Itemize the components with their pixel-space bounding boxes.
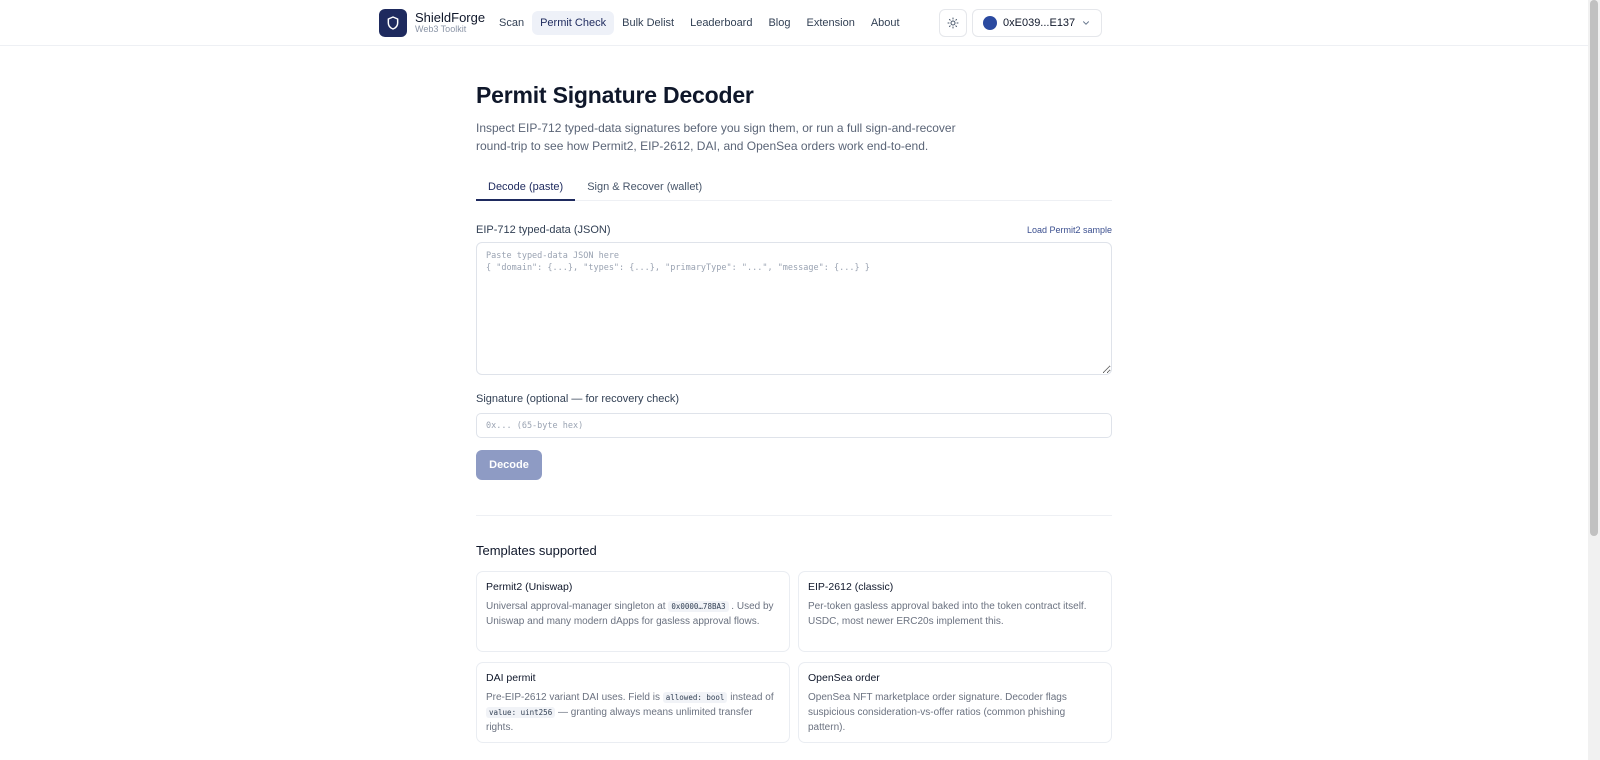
wallet-button[interactable]: 0xE039...E137 [972, 9, 1103, 37]
nav-extension[interactable]: Extension [799, 11, 863, 35]
load-permit2-sample-link[interactable]: Load Permit2 sample [1027, 225, 1112, 235]
wallet-avatar [983, 16, 997, 30]
signature-label: Signature (optional — for recovery check… [476, 393, 679, 405]
card-title: DAI permit [486, 672, 536, 684]
scrollbar-thumb[interactable] [1590, 0, 1598, 536]
nav-scan[interactable]: Scan [491, 11, 532, 35]
page-title: Permit Signature Decoder [476, 82, 754, 108]
brand-name: ShieldForge [415, 9, 486, 25]
chevron-down-icon [1083, 21, 1090, 25]
tab-sign-recover[interactable]: Sign & Recover (wallet) [575, 179, 714, 201]
template-card-permit2: Permit2 (Uniswap) Universal approval-man… [476, 571, 790, 652]
section-divider [476, 515, 1112, 516]
theme-toggle-button[interactable] [939, 9, 967, 37]
decode-button[interactable]: Decode [476, 450, 542, 480]
mode-tabs: Decode (paste) Sign & Recover (wallet) [476, 179, 1112, 201]
sun-icon [947, 17, 959, 29]
signature-input[interactable] [476, 413, 1112, 438]
nav-about[interactable]: About [863, 11, 908, 35]
brand[interactable]: ShieldForge Web3 Toolkit [379, 9, 485, 37]
card-title: EIP-2612 (classic) [808, 581, 894, 593]
templates-title: Templates supported [476, 543, 597, 558]
inline-code: value: uint256 [486, 707, 556, 718]
template-card-eip2612: EIP-2612 (classic) Per-token gasless app… [798, 571, 1112, 652]
inline-code: allowed: bool [662, 692, 728, 703]
card-title: OpenSea order [808, 672, 880, 684]
nav-blog[interactable]: Blog [760, 11, 798, 35]
nav-bulk-delist[interactable]: Bulk Delist [614, 11, 682, 35]
nav-permit-check[interactable]: Permit Check [532, 11, 615, 35]
card-body: Per-token gasless approval baked into th… [808, 601, 1087, 627]
wallet-address: 0xE039...E137 [1003, 17, 1076, 29]
card-title: Permit2 (Uniswap) [486, 581, 573, 593]
template-card-opensea: OpenSea order OpenSea NFT marketplace or… [798, 662, 1112, 743]
card-body: Pre-EIP-2612 variant DAI uses. Field is … [486, 692, 774, 733]
top-navigation-bar: ShieldForge Web3 Toolkit Scan Permit Che… [0, 0, 1588, 46]
typed-data-textarea[interactable] [476, 242, 1112, 375]
tab-decode-paste[interactable]: Decode (paste) [476, 179, 576, 201]
main-nav: Scan Permit Check Bulk Delist Leaderboar… [491, 11, 908, 35]
inline-code: 0x0000…78BA3 [668, 601, 729, 612]
page-scrollbar[interactable] [1588, 0, 1600, 760]
template-card-dai: DAI permit Pre-EIP-2612 variant DAI uses… [476, 662, 790, 743]
card-body: Universal approval-manager singleton at … [486, 601, 774, 627]
shield-icon [379, 9, 407, 37]
page-description: Inspect EIP-712 typed-data signatures be… [476, 121, 956, 153]
main-content: Permit Signature Decoder Inspect EIP-712… [476, 82, 1112, 743]
brand-subtitle: Web3 Toolkit [415, 24, 467, 35]
nav-leaderboard[interactable]: Leaderboard [682, 11, 760, 35]
card-body: OpenSea NFT marketplace order signature.… [808, 692, 1067, 733]
typed-data-label: EIP-712 typed-data (JSON) [476, 224, 611, 236]
